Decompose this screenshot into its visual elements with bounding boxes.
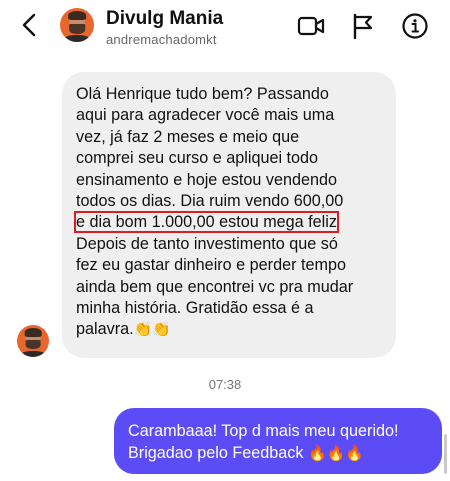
highlighted-text: e dia bom 1.000,00 estou mega feliz [74,211,339,234]
chat-header: Divulg Mania andremachadomkt [0,0,450,52]
info-icon[interactable] [401,12,429,40]
message-line: Depois de tanto investimento que só [76,234,338,253]
sender-avatar[interactable] [17,325,49,357]
message-line: ainda bem que encontrei vc pra mudar [76,277,354,296]
message-line: comprei seu curso e apliquei todo [76,149,319,168]
scrollbar[interactable] [444,434,447,474]
contact-name[interactable]: Divulg Mania [106,8,223,30]
message-line: Brigadao pelo Feedback [128,444,304,462]
message-text: Carambaaa! Top d mais meu querido! Briga… [128,420,428,464]
clapping-hands-icon: 👏👏 [133,320,171,339]
message-line: vez, já faz 2 meses e meio que [76,127,300,146]
incoming-message[interactable]: Olá Henrique tudo bem? Passando aqui par… [62,72,396,358]
message-line: aqui para agradecer você mais uma [76,106,335,125]
back-icon[interactable] [18,13,42,37]
message-line: fez eu gastar dinheiro e perder tempo [76,256,346,275]
message-line: minha história. Gratidão essa é a [76,299,314,318]
message-text: Olá Henrique tudo bem? Passando aqui par… [74,84,382,341]
message-line: ensinamento e hoje estou vendendo [76,170,337,189]
message-line: Carambaaa! Top d mais meu querido! [128,422,399,440]
message-line: todos os dias. Dia ruim vendo 600,00 [76,192,344,211]
fire-icon: 🔥🔥🔥 [308,444,365,462]
flag-icon[interactable] [349,12,377,40]
message-line: Olá Henrique tudo bem? Passando [76,85,329,103]
message-timestamp: 07:38 [208,377,242,392]
video-call-icon[interactable] [297,12,325,40]
message-line: palavra. [76,320,134,339]
avatar[interactable] [60,8,94,42]
contact-username: andremachadomkt [106,32,217,47]
outgoing-message[interactable]: Carambaaa! Top d mais meu querido! Briga… [114,408,442,474]
